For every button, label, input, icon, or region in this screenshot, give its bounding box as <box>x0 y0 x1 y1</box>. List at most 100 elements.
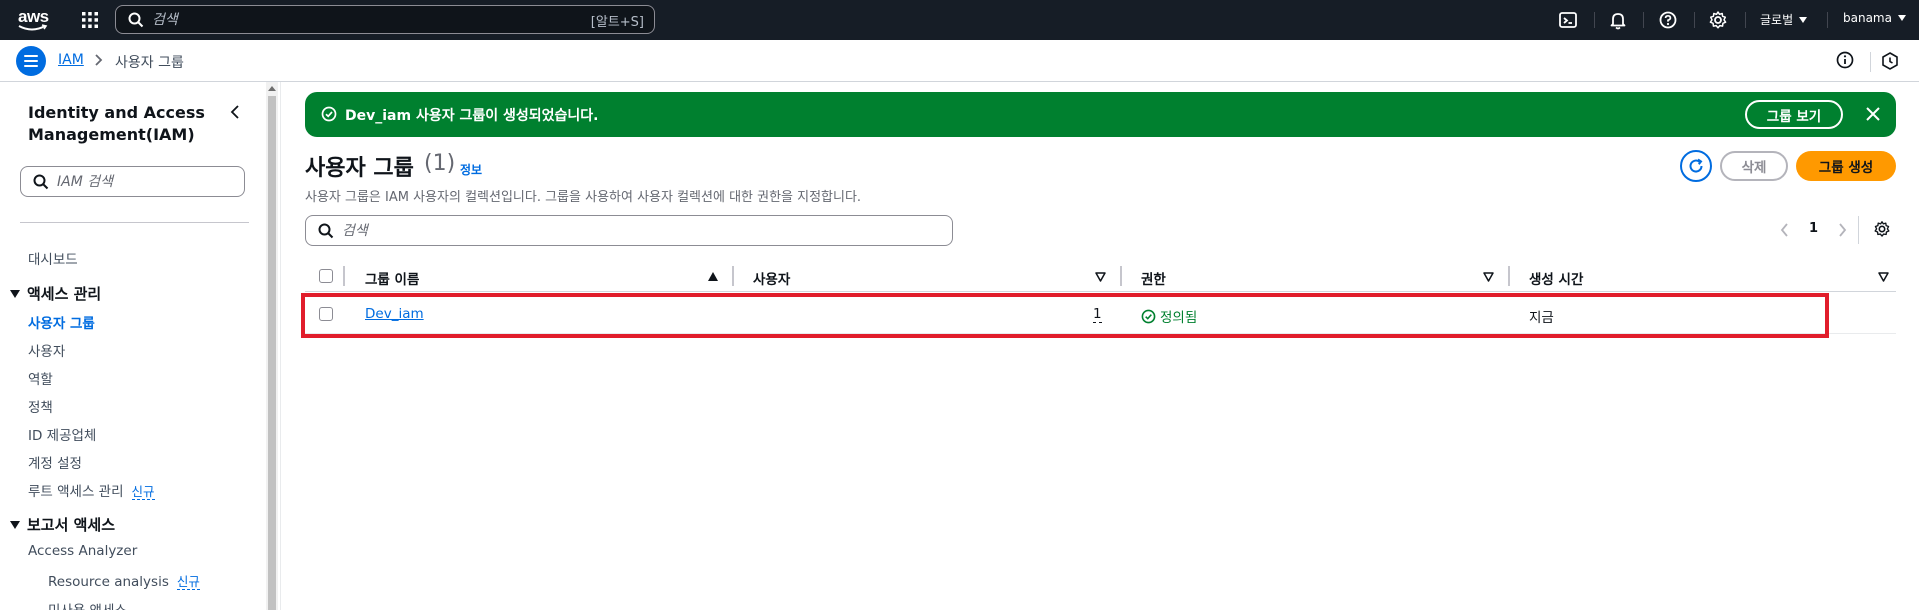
nav-item-root-access-management[interactable]: 루트 액세스 관리 신규 <box>28 480 155 500</box>
hamburger-line <box>24 55 38 57</box>
view-group-button[interactable]: 그룹 보기 <box>1745 100 1843 129</box>
nav-section-label: 액세스 관리 <box>27 285 102 303</box>
column-divider <box>732 266 734 286</box>
nav-item-identity-providers[interactable]: ID 제공업체 <box>28 424 96 444</box>
nav-item-label: Resource analysis <box>48 574 169 590</box>
column-header-permissions[interactable]: 권한 <box>1141 268 1166 288</box>
nav-item-unused-access[interactable]: 미사용 액세스 <box>48 599 127 610</box>
nav-item-roles[interactable]: 역할 <box>28 368 53 388</box>
topbar-divider <box>1594 12 1595 28</box>
select-all-checkbox[interactable] <box>319 269 333 283</box>
sort-descending-icon[interactable] <box>1878 272 1889 282</box>
side-nav-title[interactable]: Identity and Access Management(IAM) <box>28 102 228 146</box>
side-divider <box>20 222 249 223</box>
account-label: banama <box>1843 11 1892 25</box>
hamburger-line <box>24 65 38 67</box>
side-search-input[interactable] <box>57 172 237 192</box>
side-nav-toggle-button[interactable] <box>16 46 46 76</box>
search-icon <box>33 174 49 190</box>
collapse-sidebar-icon[interactable] <box>228 104 242 120</box>
page-description: 사용자 그룹은 IAM 사용자의 컬렉션입니다. 그룹을 사용하여 사용자 컬렉… <box>305 190 862 205</box>
table-filter-box[interactable] <box>305 215 953 246</box>
delete-button[interactable]: 삭제 <box>1720 151 1788 181</box>
nav-item-resource-analysis[interactable]: Resource analysis 신규 <box>48 571 200 590</box>
scroll-up-arrow-icon[interactable] <box>268 86 276 91</box>
group-count: (1) <box>424 151 456 176</box>
create-group-button[interactable]: 그룹 생성 <box>1796 151 1896 181</box>
search-shortcut-hint: [알트+S] <box>590 15 644 30</box>
close-icon[interactable] <box>1865 106 1881 122</box>
pagination-divider <box>1858 216 1859 244</box>
nav-item-policies[interactable]: 정책 <box>28 396 53 416</box>
new-badge: 신규 <box>131 484 155 500</box>
info-link[interactable]: 정보 <box>460 161 482 178</box>
page-title: 사용자 그룹 <box>305 156 414 181</box>
nav-section-access-reports[interactable]: 보고서 액세스 <box>10 514 115 535</box>
settings-gear-icon[interactable] <box>1708 10 1728 30</box>
region-selector[interactable]: 글로벌 <box>1760 11 1808 28</box>
caret-down-icon <box>1799 16 1808 23</box>
side-navigation: Identity and Access Management(IAM) 대시보드… <box>0 82 266 610</box>
nav-item-dashboard[interactable]: 대시보드 <box>28 248 78 268</box>
chevron-right-icon <box>95 54 103 66</box>
notifications-bell-icon[interactable] <box>1608 10 1628 30</box>
column-header-creation-time[interactable]: 생성 시간 <box>1529 268 1583 288</box>
page-number[interactable]: 1 <box>1809 221 1818 236</box>
search-icon <box>318 223 334 239</box>
chevron-left-icon[interactable] <box>1778 222 1792 238</box>
nav-item-user-groups[interactable]: 사용자 그룹 <box>28 312 95 332</box>
table-header: 그룹 이름 사용자 권한 생성 시간 <box>305 262 1896 292</box>
side-search-box[interactable] <box>20 166 245 197</box>
nav-item-label: 루트 액세스 관리 <box>28 484 124 500</box>
topbar-divider <box>1745 12 1746 28</box>
breadcrumb-iam-link[interactable]: IAM <box>58 52 84 68</box>
sort-descending-icon[interactable] <box>1095 272 1106 282</box>
services-grid-icon[interactable] <box>80 10 100 30</box>
new-badge: 신규 <box>176 574 200 590</box>
column-header-group-name[interactable]: 그룹 이름 <box>365 268 419 288</box>
topbar-divider <box>1694 12 1695 28</box>
topbar-divider <box>1827 12 1828 28</box>
content-divider <box>280 82 281 610</box>
breadcrumb-divider <box>1870 52 1871 72</box>
sort-descending-icon[interactable] <box>1483 272 1494 282</box>
column-header-users[interactable]: 사용자 <box>753 268 790 288</box>
info-icon[interactable] <box>1835 50 1855 70</box>
help-icon[interactable] <box>1658 10 1678 30</box>
account-menu[interactable]: banama <box>1843 11 1906 25</box>
caret-down-icon <box>10 289 20 298</box>
sidebar-scrollbar-thumb[interactable] <box>268 96 276 610</box>
breadcrumb-bar: IAM 사용자 그룹 <box>0 40 1919 82</box>
aws-smile-icon <box>18 24 48 31</box>
global-search-input[interactable] <box>152 9 552 30</box>
region-label: 글로벌 <box>1760 13 1794 27</box>
caret-down-icon <box>1897 15 1906 21</box>
nav-item-access-analyzer[interactable]: Access Analyzer <box>28 543 137 559</box>
aws-logo[interactable]: aws <box>16 6 52 34</box>
row-highlight-box <box>301 293 1829 338</box>
chevron-right-icon[interactable] <box>1835 222 1849 238</box>
refresh-button[interactable] <box>1680 150 1712 182</box>
caret-down-icon <box>10 520 20 529</box>
table-preferences-gear-icon[interactable] <box>1873 220 1891 238</box>
nav-item-account-settings[interactable]: 계정 설정 <box>28 452 82 472</box>
global-search-box[interactable]: [알트+S] <box>115 5 655 34</box>
sort-ascending-icon[interactable] <box>708 272 718 281</box>
refresh-icon <box>1689 158 1703 173</box>
nav-item-users[interactable]: 사용자 <box>28 340 65 360</box>
top-navigation-bar: aws [알트+S] 글로벌 banama <box>0 0 1919 40</box>
hamburger-line <box>24 60 38 62</box>
breadcrumb-current: 사용자 그룹 <box>115 55 184 71</box>
nav-section-label: 보고서 액세스 <box>27 516 116 534</box>
nav-section-access-management[interactable]: 액세스 관리 <box>10 283 101 304</box>
success-flash-banner: Dev_iam 사용자 그룹이 생성되었습니다. 그룹 보기 <box>305 92 1896 137</box>
column-divider <box>1508 266 1510 286</box>
search-icon <box>128 12 144 28</box>
recent-activity-icon[interactable] <box>1880 51 1900 71</box>
column-divider <box>1120 266 1122 286</box>
table-filter-input[interactable] <box>342 221 902 241</box>
topbar-divider <box>1643 12 1644 28</box>
cloudshell-icon[interactable] <box>1558 10 1578 30</box>
flash-message: Dev_iam 사용자 그룹이 생성되었습니다. <box>345 108 599 124</box>
success-check-icon <box>321 106 337 122</box>
